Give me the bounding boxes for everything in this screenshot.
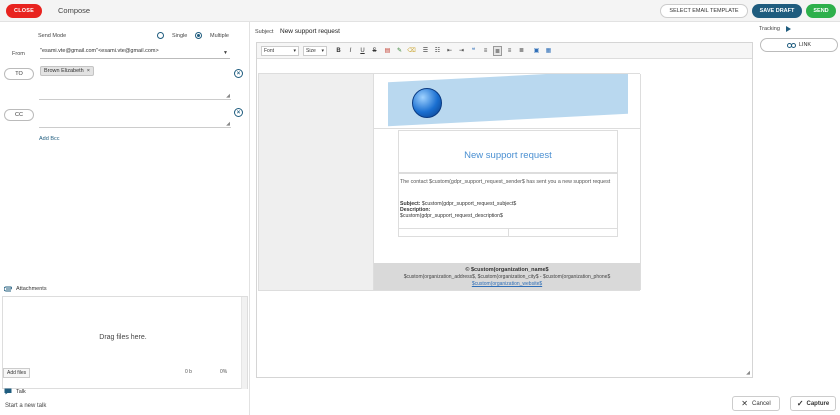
attachments-label: Attachments <box>16 286 47 292</box>
send-button[interactable]: SEND <box>806 4 836 18</box>
play-icon[interactable] <box>786 26 791 32</box>
size-select-label: Size <box>306 48 316 54</box>
strike-button[interactable]: S <box>370 46 379 56</box>
email-heading-box: New support request <box>398 130 618 173</box>
email-title: New support request <box>464 150 552 161</box>
clear-to-icon[interactable]: × <box>234 69 243 78</box>
image-icon[interactable]: ▣ <box>532 46 541 56</box>
chat-icon <box>4 388 12 395</box>
from-label: From <box>12 51 25 57</box>
align-right-icon[interactable]: ≡ <box>505 46 514 56</box>
quote-icon[interactable]: ❝ <box>469 46 478 56</box>
send-mode-label: Send Mode <box>38 33 67 39</box>
underline-button[interactable]: U <box>358 46 367 56</box>
outdent-icon[interactable]: ⇤ <box>445 46 454 56</box>
numbered-list-icon[interactable]: ☰ <box>421 46 430 56</box>
subject-label: Subject <box>255 29 274 35</box>
send-mode-single-radio[interactable] <box>157 32 164 39</box>
indent-icon[interactable]: ⇥ <box>457 46 466 56</box>
footer-website-link[interactable]: $custom(organization_website$ <box>374 281 640 287</box>
font-select-label: Font <box>264 48 275 54</box>
add-bcc-link[interactable]: Add Bcc <box>39 136 59 142</box>
attachments-size: 0 b <box>185 369 192 375</box>
email-body-text: The contact $custom(gdpr_support_request… <box>400 179 611 185</box>
italic-button[interactable]: I <box>346 46 355 56</box>
resize-grip-icon[interactable]: ◢ <box>226 121 230 127</box>
file-dropzone[interactable]: Drag files here. <box>2 296 248 389</box>
link-icon <box>786 42 796 48</box>
capture-button[interactable]: ✓ Capture <box>790 396 836 411</box>
company-logo-icon <box>412 88 442 118</box>
align-left-icon[interactable]: ≡ <box>481 46 490 56</box>
chevron-down-icon: ▼ <box>223 50 228 56</box>
attachments-header: Attachments <box>4 286 47 292</box>
remove-recipient-icon[interactable]: × <box>87 68 90 74</box>
email-description-value: $custom(gdpr_support_request_description… <box>400 213 503 219</box>
close-icon: ✕ <box>741 399 748 408</box>
paperclip-icon <box>4 286 12 292</box>
bullet-list-icon[interactable]: ☷ <box>433 46 442 56</box>
to-button[interactable]: TO <box>4 68 34 80</box>
capture-label: Capture <box>806 400 830 407</box>
email-body-box: The contact $custom(gdpr_support_request… <box>398 173 618 229</box>
attachments-progress: 0% <box>220 369 228 375</box>
footer-address: $custom(organization_address$, $custom(o… <box>403 274 611 280</box>
cc-button[interactable]: CC <box>4 109 34 121</box>
send-mode-multiple-label: Multiple <box>210 33 229 39</box>
size-select[interactable]: Size ▾ <box>303 46 327 56</box>
chevron-down-icon: ▾ <box>293 48 296 54</box>
page-title: Compose <box>58 6 91 15</box>
to-field[interactable]: Brown Elizabeth × ◢ <box>39 65 231 100</box>
email-card: New support request The contact $custom(… <box>373 74 641 290</box>
email-subject-value: $custom(gdpr_support_request_subject$ <box>421 201 517 207</box>
recipient-chip-label: Brown Elizabeth <box>44 68 84 74</box>
email-banner <box>374 74 640 129</box>
from-select[interactable]: "esami.vte@gmail.com"<esami.vte@gmail.co… <box>40 48 230 59</box>
footer-org-name: © $custom(organization_name$ <box>465 267 549 273</box>
align-justify-icon[interactable]: ≣ <box>517 46 526 56</box>
talk-header: Talk <box>4 388 26 395</box>
dropzone-text: Drag files here. <box>99 334 147 341</box>
clear-cc-icon[interactable]: × <box>234 108 243 117</box>
cc-field[interactable]: ◢ <box>39 106 231 128</box>
text-color-icon[interactable]: ▤ <box>383 46 392 56</box>
cancel-label: Cancel <box>752 400 771 407</box>
cancel-button[interactable]: ✕ Cancel <box>732 396 780 411</box>
font-select[interactable]: Font ▾ <box>261 46 299 56</box>
recipients-panel: Send Mode Single Multiple From "esami.vt… <box>0 22 250 415</box>
highlight-icon[interactable]: ✎ <box>395 46 404 56</box>
send-mode-multiple-radio[interactable] <box>195 32 202 39</box>
from-value: "esami.vte@gmail.com"<esami.vte@gmail.co… <box>40 48 159 54</box>
email-empty-row <box>398 229 618 237</box>
email-preview: New support request The contact $custom(… <box>258 73 641 291</box>
save-draft-button[interactable]: SAVE DRAFT <box>752 4 802 18</box>
email-editor[interactable]: Font ▾ Size ▾ B I U S ▤ ✎ ⌫ ☰ ☷ ⇤ ⇥ ❝ ≡ … <box>256 42 753 378</box>
add-files-button[interactable]: Add files <box>3 368 31 378</box>
table-icon[interactable]: ▦ <box>544 46 553 56</box>
resize-grip-icon[interactable]: ◢ <box>746 370 750 376</box>
resize-grip-icon[interactable]: ◢ <box>226 93 230 99</box>
dropzone-scrollbar[interactable] <box>241 297 247 389</box>
bold-button[interactable]: B <box>334 46 343 56</box>
select-email-template-button[interactable]: SELECT EMAIL TEMPLATE <box>660 4 748 18</box>
check-icon: ✓ <box>796 399 804 408</box>
link-button[interactable]: LINK <box>760 38 838 52</box>
recipient-chip[interactable]: Brown Elizabeth × <box>40 66 94 76</box>
editor-toolbar: Font ▾ Size ▾ B I U S ▤ ✎ ⌫ ☰ ☷ ⇤ ⇥ ❝ ≡ … <box>257 43 752 59</box>
chevron-down-icon: ▾ <box>321 48 324 54</box>
eraser-icon[interactable]: ⌫ <box>407 46 416 56</box>
talk-label: Talk <box>16 388 26 395</box>
tracking-label: Tracking <box>759 26 780 32</box>
subject-input[interactable]: New support request <box>280 28 340 35</box>
send-mode-single-label: Single <box>172 33 188 39</box>
link-button-label: LINK <box>798 42 812 48</box>
close-button[interactable]: CLOSE <box>6 4 42 18</box>
align-center-icon[interactable]: ≣ <box>493 46 502 56</box>
top-bar: CLOSE Compose SELECT EMAIL TEMPLATE SAVE… <box>0 0 840 22</box>
email-footer: © $custom(organization_name$ $custom(org… <box>374 263 640 290</box>
start-talk-input[interactable]: Start a new talk <box>5 403 46 409</box>
